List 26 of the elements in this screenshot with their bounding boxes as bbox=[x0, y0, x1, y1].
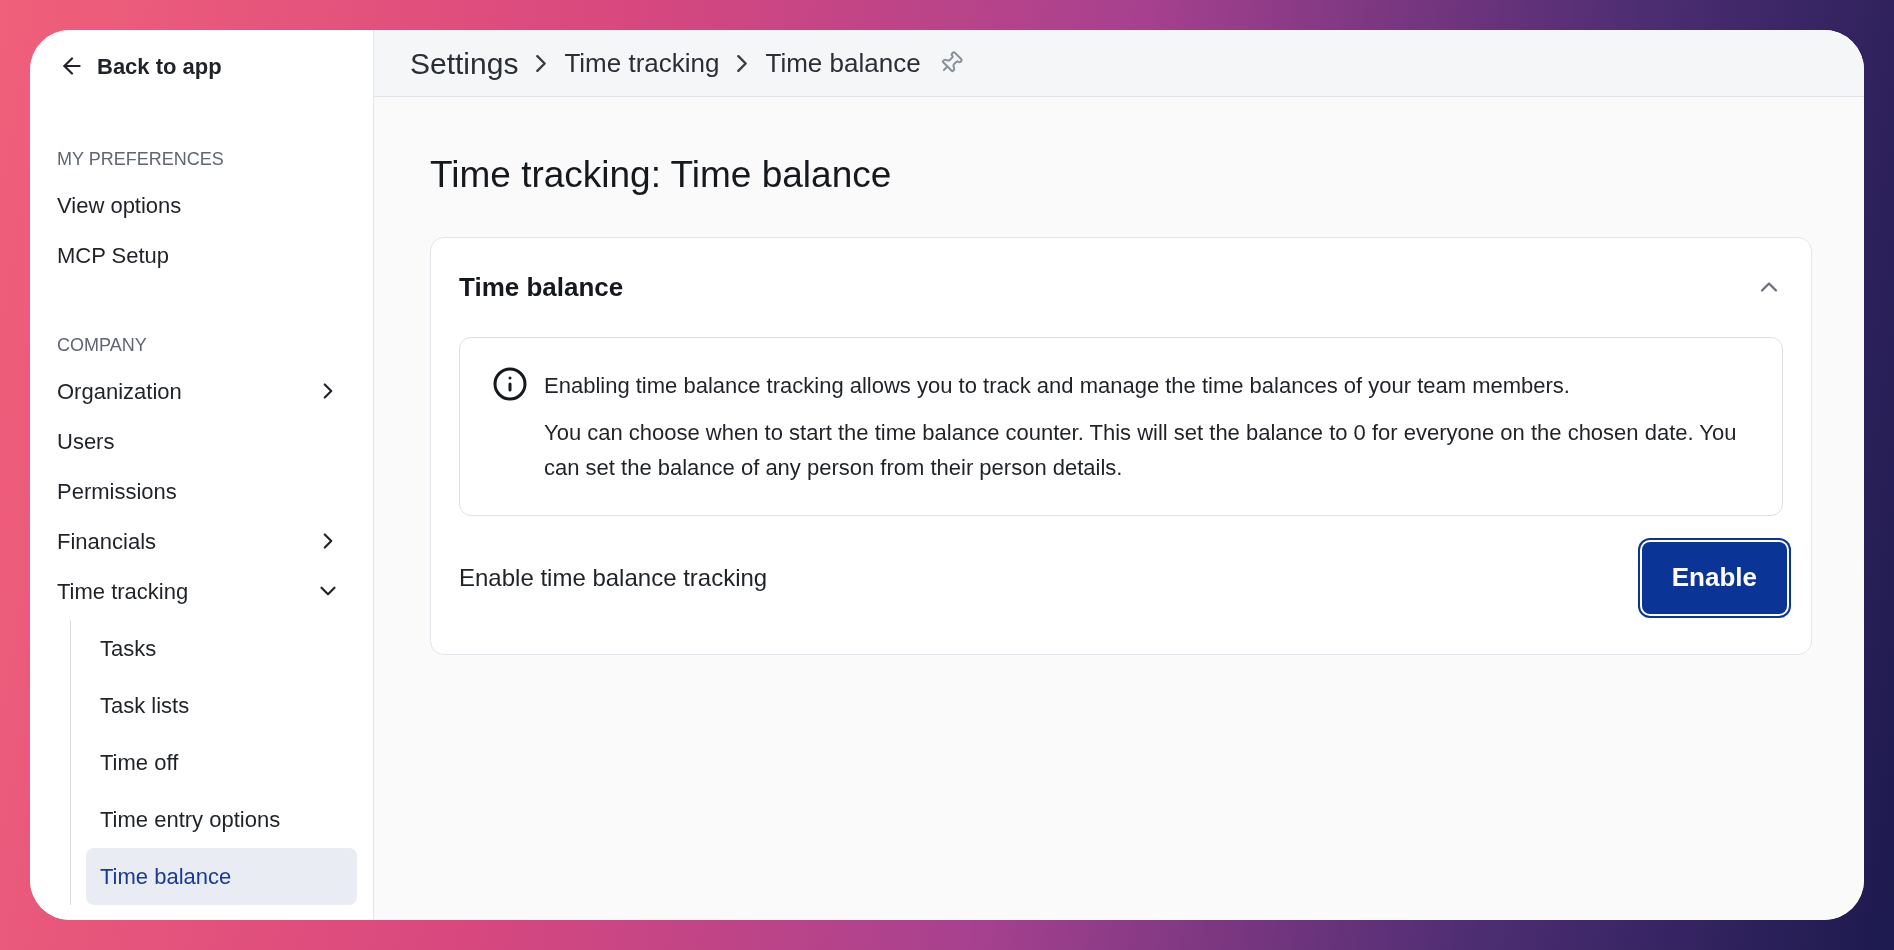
separator-icon bbox=[737, 54, 748, 72]
breadcrumb-link[interactable]: Settings bbox=[410, 40, 519, 86]
sidebar-item[interactable]: Financials bbox=[57, 516, 357, 566]
sidebar-item[interactable]: Users bbox=[57, 416, 357, 466]
sidebar-item[interactable]: Permissions bbox=[57, 466, 357, 516]
sidebar-subitem[interactable]: Task lists bbox=[86, 677, 357, 734]
sidebar-subitem[interactable]: Tasks bbox=[86, 620, 357, 677]
sidebar-item[interactable]: View options bbox=[57, 180, 357, 230]
sidebar-subitem[interactable]: Time entry options bbox=[86, 791, 357, 848]
card-title: Time balance bbox=[459, 270, 624, 304]
info-icon bbox=[492, 365, 528, 402]
separator-icon bbox=[536, 54, 547, 72]
section-heading: MY PREFERENCES bbox=[57, 148, 225, 170]
setting-label: Enable time balance tracking bbox=[459, 562, 768, 593]
sidebar-subitem[interactable]: Time balance bbox=[86, 848, 357, 905]
info-text: You can choose when to start the time balance counter. This will set the balance to 0 for everyone on the chosen date. You can set the balance of any person from their person details. bbox=[544, 418, 1738, 482]
breadcrumb-link[interactable]: Time tracking bbox=[564, 43, 720, 83]
sidebar-item[interactable]: Time tracking bbox=[57, 566, 357, 616]
sidebar-item[interactable]: MCP Setup bbox=[57, 230, 357, 280]
info-text: Enabling time balance tracking allows you to track and manage the time balances of your team members. bbox=[544, 371, 1571, 400]
back-link[interactable]: Back to app bbox=[57, 44, 357, 88]
breadcrumb-link[interactable]: Time balance bbox=[765, 43, 921, 83]
sidebar-item[interactable]: Organization bbox=[57, 366, 357, 416]
sidebar-subitem[interactable]: Time off bbox=[86, 734, 357, 791]
section-heading: COMPANY bbox=[57, 334, 148, 356]
page-title: Time tracking: Time balance bbox=[430, 153, 893, 197]
